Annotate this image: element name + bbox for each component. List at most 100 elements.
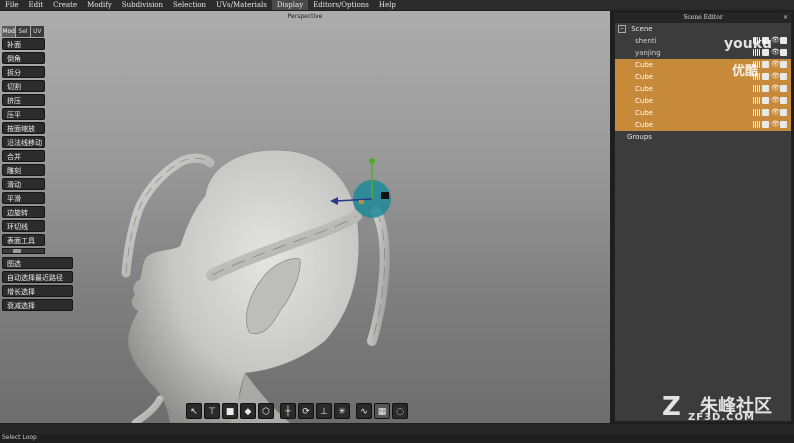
tool-button[interactable]: 倒角 <box>2 52 45 64</box>
scene-editor-title-text: Scene Editor <box>683 14 723 21</box>
eye-icon[interactable]: 👁 <box>771 85 780 92</box>
tab-uv[interactable]: UV <box>30 26 44 37</box>
rotate-gizmo-icon[interactable]: ⟳ <box>298 403 314 419</box>
cube-shaded-icon[interactable]: ◆ <box>240 403 256 419</box>
lock-icon[interactable] <box>780 73 787 80</box>
eye-icon[interactable]: 👁 <box>771 97 780 104</box>
tool-button[interactable]: 衰减选择 <box>2 299 73 311</box>
universal-gizmo-icon[interactable]: ✳ <box>334 403 350 419</box>
scene-item[interactable]: Cube 👁 <box>615 59 791 71</box>
select-icon[interactable]: ↖ <box>186 403 202 419</box>
lock-icon[interactable] <box>780 61 787 68</box>
tool-button[interactable]: 拆分 <box>2 66 45 78</box>
tool-button[interactable]: 按面缩放 <box>2 122 45 134</box>
scene-item[interactable]: Cube 👁 <box>615 95 791 107</box>
frame-icon[interactable]: ▦ <box>374 403 390 419</box>
scene-item-label: Cube <box>635 121 654 129</box>
menu-file[interactable]: File <box>0 0 23 10</box>
menu-create[interactable]: Create <box>48 0 82 10</box>
menu-help[interactable]: Help <box>374 0 401 10</box>
tool-button[interactable]: 补面 <box>2 38 45 50</box>
tool-button[interactable]: 滑动 <box>2 178 45 190</box>
tool-button[interactable]: 增长选择 <box>2 285 73 297</box>
shading-icon[interactable] <box>762 121 769 128</box>
menu-display[interactable]: Display <box>271 0 309 10</box>
wireframe-icon[interactable] <box>753 109 760 116</box>
head-model[interactable] <box>0 11 610 423</box>
shading-icon[interactable] <box>762 109 769 116</box>
tab-mod[interactable]: Mod <box>2 26 16 37</box>
eye-icon[interactable]: 👁 <box>771 49 780 56</box>
scene-item[interactable]: Cube 👁 <box>615 71 791 83</box>
shading-icon[interactable] <box>762 85 769 92</box>
eye-icon[interactable]: 👁 <box>771 37 780 44</box>
tool-slider[interactable] <box>2 248 45 254</box>
collapse-icon[interactable]: − <box>618 25 626 33</box>
tool-button[interactable]: 平滑 <box>2 192 45 204</box>
move-face-icon[interactable]: ⊤ <box>204 403 220 419</box>
wireframe-icon[interactable] <box>753 97 760 104</box>
scene-item[interactable]: Cube 👁 <box>615 107 791 119</box>
scene-item-icons: 👁 <box>751 109 787 116</box>
shading-icon[interactable] <box>762 97 769 104</box>
menu-uvs-materials[interactable]: UVs/Materials <box>211 0 272 10</box>
tool-button[interactable]: 边旋转 <box>2 206 45 218</box>
lock-icon[interactable] <box>780 109 787 116</box>
cube-solid-icon[interactable]: ■ <box>222 403 238 419</box>
tool-button[interactable]: 图选 <box>2 257 73 269</box>
lock-icon[interactable] <box>780 121 787 128</box>
lock-icon[interactable] <box>780 49 787 56</box>
scene-item-icons: 👁 <box>751 97 787 104</box>
menu-edit[interactable]: Edit <box>23 0 48 10</box>
tool-button[interactable]: 环切线 <box>2 220 45 232</box>
eye-icon[interactable]: 👁 <box>771 61 780 68</box>
menubar: File Edit Create Modify Subdivision Selection… <box>0 0 794 10</box>
tool-button[interactable]: 自动选择最近路径 <box>2 271 73 283</box>
eye-icon[interactable]: 👁 <box>771 73 780 80</box>
scene-item-label: shenti <box>635 37 657 45</box>
move-gizmo-icon[interactable]: ┼ <box>280 403 296 419</box>
tool-button[interactable]: 切割 <box>2 80 45 92</box>
wireframe-icon[interactable] <box>753 121 760 128</box>
eye-icon[interactable]: 👁 <box>771 109 780 116</box>
close-icon[interactable]: × <box>783 13 788 23</box>
viewport-perspective[interactable]: Perspective Mod Sel UV 补面 倒角 拆分 切割 挤压 压平… <box>0 11 610 423</box>
scene-item-label: Cube <box>635 85 654 93</box>
youku-watermark: youku <box>724 36 772 52</box>
menu-editors-options[interactable]: Editors/Options <box>308 0 374 10</box>
cube-wire-icon[interactable]: ⬡ <box>258 403 274 419</box>
eye-icon[interactable]: 👁 <box>771 121 780 128</box>
zf-logo-icon: Z <box>662 392 681 422</box>
soft-select-icon[interactable]: ∿ <box>356 403 372 419</box>
scene-root-label: Scene <box>631 25 653 33</box>
scene-item-icons: 👁 <box>751 121 787 128</box>
lasso-icon[interactable]: ◌ <box>392 403 408 419</box>
menu-subdivision[interactable]: Subdivision <box>117 0 168 10</box>
tool-button[interactable]: 压平 <box>2 108 45 120</box>
tool-button[interactable]: 沿法线移动 <box>2 136 45 148</box>
lock-icon[interactable] <box>780 85 787 92</box>
scene-item-icons: 👁 <box>751 85 787 92</box>
lock-icon[interactable] <box>780 37 787 44</box>
scene-item[interactable]: Cube 👁 <box>615 83 791 95</box>
bottom-toolbar: ↖ ⊤ ■ ◆ ⬡ ┼ ⟳ ⊥ ✳ ∿ ▦ ◌ <box>186 401 410 421</box>
tool-button[interactable]: 表面工具 <box>2 234 45 246</box>
lock-icon[interactable] <box>780 97 787 104</box>
tool-button[interactable]: 挤压 <box>2 94 45 106</box>
wireframe-icon[interactable] <box>753 85 760 92</box>
status-bar: Select Loop <box>0 424 794 441</box>
scene-item[interactable]: Cube 👁 <box>615 119 791 131</box>
scene-editor-title: Scene Editor × <box>615 13 791 23</box>
scene-root[interactable]: − Scene <box>615 23 791 35</box>
menu-selection[interactable]: Selection <box>168 0 211 10</box>
slider-knob[interactable] <box>13 249 21 253</box>
tool-button[interactable]: 雕刻 <box>2 164 45 176</box>
tool-button[interactable]: 合并 <box>2 150 45 162</box>
tool-panel: Mod Sel UV 补面倒角拆分切割挤压压平按面缩放沿法线移动合并雕刻滑动平滑… <box>2 26 73 313</box>
scale-gizmo-icon[interactable]: ⊥ <box>316 403 332 419</box>
menu-modify[interactable]: Modify <box>82 0 117 10</box>
shading-icon[interactable] <box>762 61 769 68</box>
tab-sel[interactable]: Sel <box>16 26 30 37</box>
shading-icon[interactable] <box>762 73 769 80</box>
groups-row[interactable]: Groups <box>615 131 791 143</box>
